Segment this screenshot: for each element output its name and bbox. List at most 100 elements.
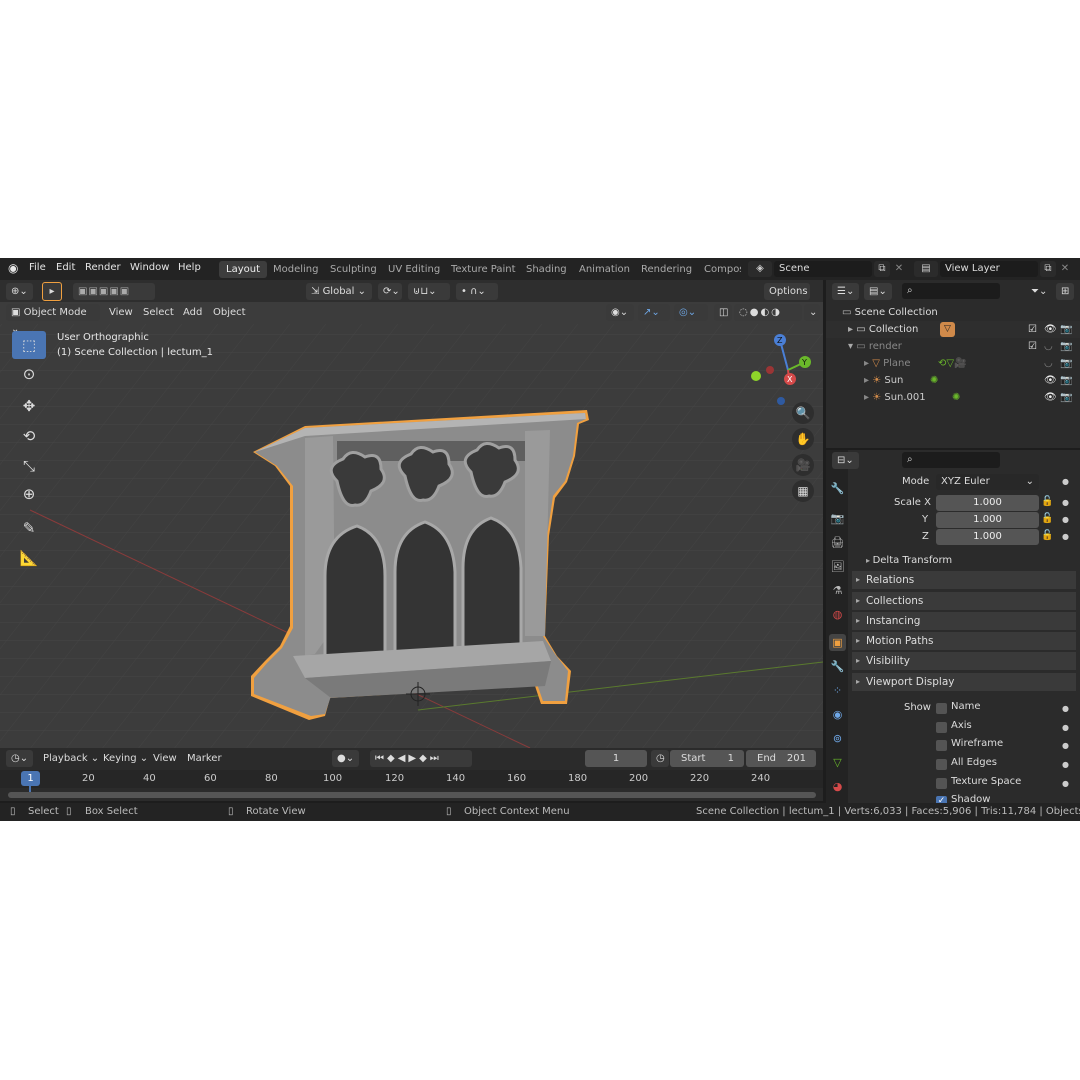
scale-y-field[interactable]: 1.000 bbox=[936, 512, 1039, 528]
proportional-edit-icon[interactable]: • ∩⌄ bbox=[456, 283, 498, 300]
gizmo-toggle-icon[interactable]: ↗⌄ bbox=[638, 304, 670, 321]
show-all-edges-checkbox[interactable] bbox=[936, 759, 947, 770]
remove-view-layer-icon[interactable]: ✕ bbox=[1058, 261, 1072, 277]
outliner-item-collection[interactable]: ▸ ▭ Collection ▽ ☑ 👁 📷 bbox=[826, 321, 1080, 338]
menu-file[interactable]: File bbox=[29, 262, 46, 273]
navigation-gizmo[interactable]: Z Y X bbox=[748, 330, 818, 405]
outliner-search-input[interactable]: ⌕ bbox=[902, 283, 1000, 299]
show-axis-checkbox[interactable] bbox=[936, 722, 947, 733]
show-wireframe-checkbox[interactable] bbox=[936, 740, 947, 751]
scale-tool-icon[interactable]: ⤡ bbox=[12, 452, 46, 480]
camera-icon[interactable]: 📷 bbox=[1060, 372, 1072, 389]
tab-shading[interactable]: Shading bbox=[519, 261, 574, 278]
panel-motion-paths[interactable]: Motion Paths bbox=[852, 632, 1076, 650]
eye-icon[interactable]: 👁 bbox=[1044, 372, 1057, 389]
playback-controls[interactable]: ⏮◆◀▶◆⏭ bbox=[370, 750, 472, 767]
render-tab-icon[interactable]: 📷 bbox=[829, 510, 846, 527]
keyframe-dot-icon[interactable]: ● bbox=[1062, 498, 1069, 507]
timeline-scrollbar[interactable] bbox=[8, 792, 816, 798]
shading-mode-buttons[interactable]: ◌●◐◑ bbox=[734, 304, 802, 321]
exclude-checkbox-icon[interactable]: ☑ bbox=[1028, 321, 1037, 338]
timeline-menu-playback[interactable]: Playback ⌄ bbox=[38, 750, 104, 767]
panel-visibility[interactable]: Visibility bbox=[852, 652, 1076, 670]
outliner-scene-collection[interactable]: ▭ Scene Collection bbox=[826, 304, 1080, 321]
visibility-icon[interactable]: ◉⌄ bbox=[606, 304, 634, 321]
scene-browse-icon[interactable]: ◈ bbox=[748, 261, 772, 277]
camera-icon[interactable]: 📷 bbox=[1060, 321, 1072, 338]
filter-icon[interactable]: ⏷⌄ bbox=[1026, 283, 1052, 300]
lock-icon[interactable]: 🔓 bbox=[1041, 513, 1053, 524]
view-layer-browse-icon[interactable]: ▤ bbox=[914, 261, 938, 277]
data-tab-icon[interactable]: ▽ bbox=[829, 754, 846, 771]
outliner-item-sun[interactable]: ▸ ☀ Sun ✺ 👁 📷 bbox=[826, 372, 1080, 389]
new-scene-icon[interactable]: ⧉ bbox=[874, 261, 890, 277]
remove-scene-icon[interactable]: ✕ bbox=[892, 261, 906, 277]
tool-tab-icon[interactable]: 🔧 bbox=[829, 480, 846, 497]
tab-texture-paint[interactable]: Texture Paint bbox=[444, 261, 523, 278]
tab-rendering[interactable]: Rendering bbox=[634, 261, 699, 278]
timeline-editor-type-icon[interactable]: ◷⌄ bbox=[6, 750, 34, 767]
menu-edit[interactable]: Edit bbox=[56, 262, 75, 273]
editor-type-icon[interactable]: ⊕⌄ bbox=[6, 283, 33, 300]
select-tool-icon[interactable]: ▸ bbox=[42, 282, 62, 301]
tab-layout[interactable]: Layout bbox=[219, 261, 267, 278]
camera-icon[interactable]: 📷 bbox=[1060, 389, 1072, 406]
keyframe-dot-icon[interactable]: ● bbox=[1062, 741, 1069, 750]
panel-collections[interactable]: Collections bbox=[852, 592, 1076, 610]
pan-hand-icon[interactable]: ✋ bbox=[792, 428, 814, 450]
outliner-item-sun-001[interactable]: ▸ ☀ Sun.001 ✺ 👁 📷 bbox=[826, 389, 1080, 406]
lock-icon[interactable]: 🔓 bbox=[1041, 530, 1053, 541]
keyframe-dot-icon[interactable]: ● bbox=[1062, 779, 1069, 788]
eye-icon[interactable]: 👁 bbox=[1044, 321, 1057, 338]
eye-closed-icon[interactable]: ◡ bbox=[1044, 355, 1053, 372]
keyframe-dot-icon[interactable]: ● bbox=[1062, 477, 1069, 486]
keyframe-dot-icon[interactable]: ● bbox=[1062, 515, 1069, 524]
new-view-layer-icon[interactable]: ⧉ bbox=[1040, 261, 1056, 277]
rotation-mode-select[interactable]: XYZ Euler ⌄ bbox=[936, 474, 1039, 490]
move-tool-icon[interactable]: ✥ bbox=[12, 392, 46, 420]
scene-tab-icon[interactable]: ⚗ bbox=[829, 582, 846, 599]
keyframe-dot-icon[interactable]: ● bbox=[1062, 723, 1069, 732]
playhead-indicator[interactable]: 1 bbox=[21, 771, 40, 786]
perspective-toggle-icon[interactable]: ▦ bbox=[792, 480, 814, 502]
outliner-item-plane[interactable]: ▸ ▽ Plane ⟲▽🎥 ◡ 📷 bbox=[826, 355, 1080, 372]
zoom-icon[interactable]: 🔍 bbox=[792, 402, 814, 424]
viewport-menu-select[interactable]: Select bbox=[138, 304, 179, 321]
keyframe-dot-icon[interactable]: ● bbox=[1062, 704, 1069, 713]
panel-instancing[interactable]: Instancing bbox=[852, 612, 1076, 630]
object-tab-icon[interactable]: ▣ bbox=[829, 634, 846, 651]
options-button[interactable]: Options ⌄ bbox=[764, 283, 810, 314]
select-box-tool-icon[interactable]: ⬚ bbox=[12, 331, 46, 359]
exclude-checkbox-icon[interactable]: ☑ bbox=[1028, 338, 1037, 355]
show-name-checkbox[interactable] bbox=[936, 703, 947, 714]
outliner-editor-type-icon[interactable]: ☰⌄ bbox=[832, 283, 860, 300]
camera-view-icon[interactable]: 🎥 bbox=[792, 454, 814, 476]
new-collection-icon[interactable]: ⊞ bbox=[1056, 283, 1075, 300]
eye-icon[interactable]: 👁 bbox=[1044, 389, 1057, 406]
measure-tool-icon[interactable]: 📐 bbox=[12, 544, 46, 572]
timeline-menu-marker[interactable]: Marker bbox=[182, 750, 227, 767]
camera-icon[interactable]: 📷 bbox=[1060, 338, 1072, 355]
particles-tab-icon[interactable]: ⁘ bbox=[829, 682, 846, 699]
delta-transform-subpanel[interactable]: ▸ Delta Transform bbox=[866, 555, 952, 566]
object-mode-select[interactable]: ▣ Object Mode ⌄ bbox=[6, 304, 100, 335]
lock-icon[interactable]: 🔓 bbox=[1041, 496, 1053, 507]
rotate-tool-icon[interactable]: ⟲ bbox=[12, 422, 46, 450]
properties-editor-type-icon[interactable]: ⊟⌄ bbox=[832, 452, 859, 469]
keyframe-dot-icon[interactable]: ● bbox=[1062, 532, 1069, 541]
cursor-tool-icon[interactable]: ⊙ bbox=[12, 360, 46, 388]
current-frame-field[interactable]: 1 bbox=[585, 750, 647, 767]
menu-render[interactable]: Render bbox=[85, 262, 121, 273]
record-keyframe-icon[interactable]: ●⌄ bbox=[332, 750, 360, 767]
world-tab-icon[interactable]: ◍ bbox=[829, 606, 846, 623]
constraints-tab-icon[interactable]: ⊚ bbox=[829, 730, 846, 747]
lectern-model[interactable] bbox=[245, 386, 595, 726]
eye-closed-icon[interactable]: ◡ bbox=[1044, 338, 1053, 355]
tab-sculpting[interactable]: Sculpting bbox=[323, 261, 384, 278]
scale-z-field[interactable]: 1.000 bbox=[936, 529, 1039, 545]
pivot-point-icon[interactable]: ⟳⌄ bbox=[378, 283, 402, 300]
tab-modeling[interactable]: Modeling bbox=[266, 261, 326, 278]
viewport-menu-object[interactable]: Object bbox=[208, 304, 251, 321]
show-texture-space-checkbox[interactable] bbox=[936, 778, 947, 789]
menu-window[interactable]: Window bbox=[130, 262, 169, 273]
